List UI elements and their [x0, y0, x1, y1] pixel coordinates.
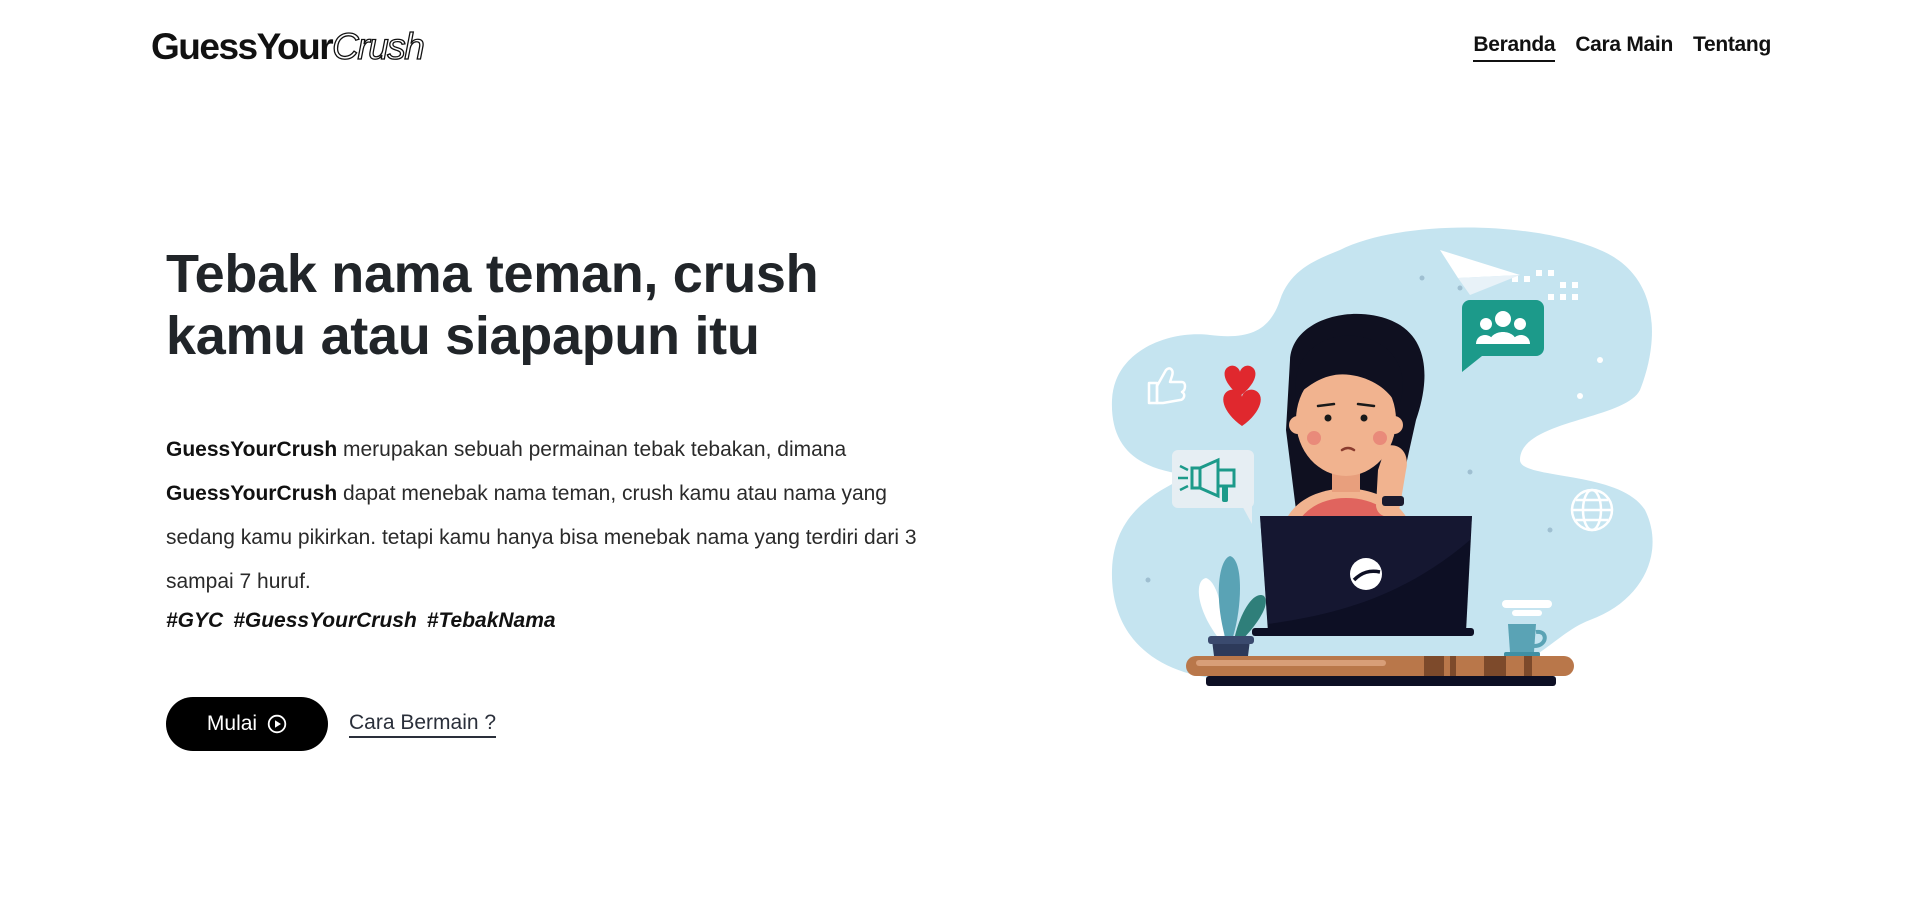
play-circle-icon [267, 714, 287, 734]
logo-text-outline: Crush [332, 25, 426, 67]
laptop-icon [1252, 516, 1474, 636]
main-nav: Beranda Cara Main Tentang [1473, 30, 1771, 62]
brand-name-1: GuessYourCrush [166, 438, 338, 461]
hero-title: Tebak nama teman, crush kamu atau siapap… [166, 244, 819, 366]
hashtag-list: #GYC #GuessYourCrush #TebakNama [166, 606, 556, 636]
logo-text-solid: GuessYour [151, 26, 334, 67]
hero-description: GuessYourCrush merupakan sebuah permaina… [166, 428, 946, 604]
nav-cara-main[interactable]: Cara Main [1575, 30, 1673, 62]
description-text-1: merupakan sebuah permainan tebak tebakan… [337, 438, 847, 461]
desk [1186, 656, 1574, 686]
hashtag-gyc: #GYC [166, 609, 224, 632]
nav-beranda[interactable]: Beranda [1473, 30, 1556, 62]
hero-illustration [1111, 227, 1653, 686]
start-button-label: Mulai [206, 712, 258, 735]
hashtag-guessyourcrush: #GuessYourCrush [233, 609, 417, 632]
nav-tentang[interactable]: Tentang [1693, 30, 1771, 62]
brand-name-2: GuessYourCrush [166, 482, 338, 505]
start-button[interactable]: Mulai [166, 697, 328, 751]
hashtag-tebaknama: #TebakNama [426, 609, 556, 632]
site-logo[interactable]: GuessYourCrush [151, 24, 426, 70]
how-to-play-link[interactable]: Cara Bermain ? [349, 710, 497, 738]
